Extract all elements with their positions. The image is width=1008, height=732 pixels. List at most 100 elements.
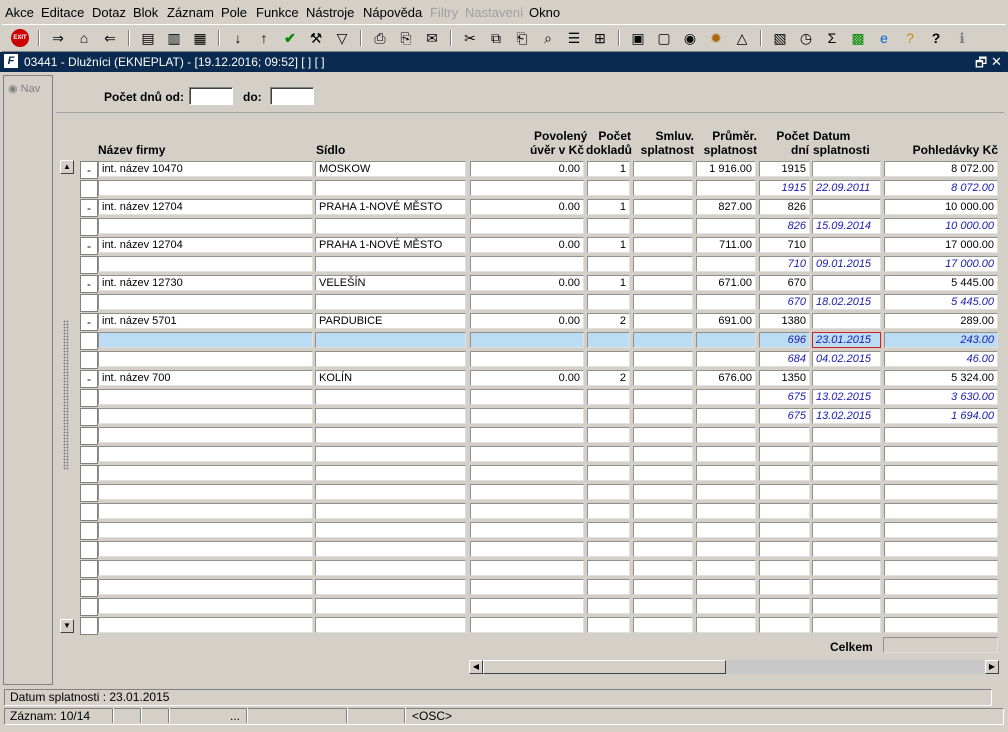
cell-seat[interactable]: [315, 389, 466, 405]
cell-days[interactable]: [759, 598, 810, 614]
cell-contract[interactable]: [633, 294, 693, 310]
cell-firm[interactable]: int. název 12704: [98, 199, 313, 215]
cell-avg[interactable]: [696, 484, 756, 500]
cell-claims[interactable]: [884, 579, 998, 595]
cell-claims[interactable]: 1 694.00: [884, 408, 998, 424]
cell-due[interactable]: 18.02.2015: [812, 294, 881, 310]
cell-days[interactable]: [759, 446, 810, 462]
tools-icon[interactable]: ⚒: [306, 28, 326, 48]
cell-seat[interactable]: [315, 503, 466, 519]
cell-seat[interactable]: VELEŠÍN: [315, 275, 466, 291]
scroll-grip[interactable]: [63, 320, 69, 470]
cell-firm[interactable]: [98, 351, 313, 367]
ie-icon[interactable]: e: [874, 28, 894, 48]
cell-docs[interactable]: [587, 218, 630, 234]
close-window-icon[interactable]: ✕: [991, 54, 1002, 70]
cell-firm[interactable]: int. název 12704: [98, 237, 313, 253]
cell-claims[interactable]: 17 000.00: [884, 256, 998, 272]
cell-days[interactable]: 826: [759, 218, 810, 234]
cell-avg[interactable]: 827.00: [696, 199, 756, 215]
cell-credit[interactable]: 0.00: [470, 237, 584, 253]
row-indicator[interactable]: [80, 180, 98, 198]
cell-due[interactable]: [812, 541, 881, 557]
cell-days[interactable]: [759, 579, 810, 595]
cell-firm[interactable]: [98, 408, 313, 424]
cell-docs[interactable]: [587, 598, 630, 614]
cell-contract[interactable]: [633, 256, 693, 272]
row-indicator[interactable]: -: [80, 161, 98, 179]
cell-due[interactable]: [812, 465, 881, 481]
cell-seat[interactable]: [315, 522, 466, 538]
cell-seat[interactable]: [315, 408, 466, 424]
cell-days[interactable]: [759, 617, 810, 633]
cell-due[interactable]: [812, 617, 881, 633]
cell-contract[interactable]: [633, 180, 693, 196]
cell-firm[interactable]: [98, 332, 313, 348]
cell-avg[interactable]: 1 916.00: [696, 161, 756, 177]
cell-days[interactable]: 670: [759, 275, 810, 291]
cell-claims[interactable]: [884, 446, 998, 462]
cell-seat[interactable]: [315, 180, 466, 196]
cell-due[interactable]: 23.01.2015: [812, 332, 881, 348]
cell-contract[interactable]: [633, 560, 693, 576]
cell-claims[interactable]: 243.00: [884, 332, 998, 348]
row-indicator[interactable]: [80, 427, 98, 445]
cell-avg[interactable]: [696, 465, 756, 481]
copy-icon[interactable]: ⧉: [486, 28, 506, 48]
row-indicator[interactable]: [80, 522, 98, 540]
cell-contract[interactable]: [633, 484, 693, 500]
cell-firm[interactable]: [98, 180, 313, 196]
nav-option[interactable]: ◉ Nav: [8, 82, 40, 95]
cell-docs[interactable]: 2: [587, 370, 630, 386]
menu-napoveda[interactable]: Nápověda: [363, 5, 422, 20]
delete-record-icon[interactable]: ⌂: [74, 28, 94, 48]
cell-avg[interactable]: [696, 389, 756, 405]
help-query-icon[interactable]: ?: [900, 28, 920, 48]
cell-credit[interactable]: [470, 484, 584, 500]
list-icon[interactable]: ☰: [564, 28, 584, 48]
cell-credit[interactable]: [470, 218, 584, 234]
cell-contract[interactable]: [633, 465, 693, 481]
print-icon[interactable]: ⎙: [370, 28, 390, 48]
cell-due[interactable]: [812, 370, 881, 386]
cell-seat[interactable]: [315, 484, 466, 500]
cell-due[interactable]: 22.09.2011: [812, 180, 881, 196]
menu-editace[interactable]: Editace: [41, 5, 84, 20]
horizontal-scroll-thumb[interactable]: [483, 660, 726, 674]
cell-days[interactable]: [759, 465, 810, 481]
row-indicator[interactable]: [80, 408, 98, 426]
cell-due[interactable]: [812, 275, 881, 291]
cell-firm[interactable]: int. název 10470: [98, 161, 313, 177]
document-icon[interactable]: ▢: [654, 28, 674, 48]
days-to-input[interactable]: [270, 87, 314, 105]
vertical-scrollbar[interactable]: ▲ ▼: [60, 160, 74, 633]
cell-docs[interactable]: 1: [587, 237, 630, 253]
cell-firm[interactable]: [98, 617, 313, 633]
cell-claims[interactable]: [884, 560, 998, 576]
cell-seat[interactable]: [315, 427, 466, 443]
cell-credit[interactable]: [470, 579, 584, 595]
cell-claims[interactable]: [884, 427, 998, 443]
cell-firm[interactable]: [98, 218, 313, 234]
cell-docs[interactable]: 1: [587, 275, 630, 291]
cell-firm[interactable]: [98, 427, 313, 443]
cell-seat[interactable]: PRAHA 1-NOVÉ MĚSTO: [315, 237, 466, 253]
cell-firm[interactable]: [98, 389, 313, 405]
clear-record-icon[interactable]: ▦: [190, 28, 210, 48]
cell-claims[interactable]: [884, 522, 998, 538]
row-indicator[interactable]: [80, 484, 98, 502]
cell-firm[interactable]: [98, 579, 313, 595]
cell-credit[interactable]: [470, 389, 584, 405]
cell-days[interactable]: 826: [759, 199, 810, 215]
cell-avg[interactable]: [696, 522, 756, 538]
scroll-up-icon[interactable]: ▲: [60, 160, 74, 174]
cell-avg[interactable]: [696, 351, 756, 367]
row-indicator[interactable]: [80, 541, 98, 559]
cell-docs[interactable]: 1: [587, 161, 630, 177]
cell-credit[interactable]: [470, 427, 584, 443]
cell-contract[interactable]: [633, 408, 693, 424]
cell-firm[interactable]: [98, 560, 313, 576]
row-indicator[interactable]: [80, 503, 98, 521]
cell-avg[interactable]: [696, 218, 756, 234]
cell-avg[interactable]: [696, 503, 756, 519]
